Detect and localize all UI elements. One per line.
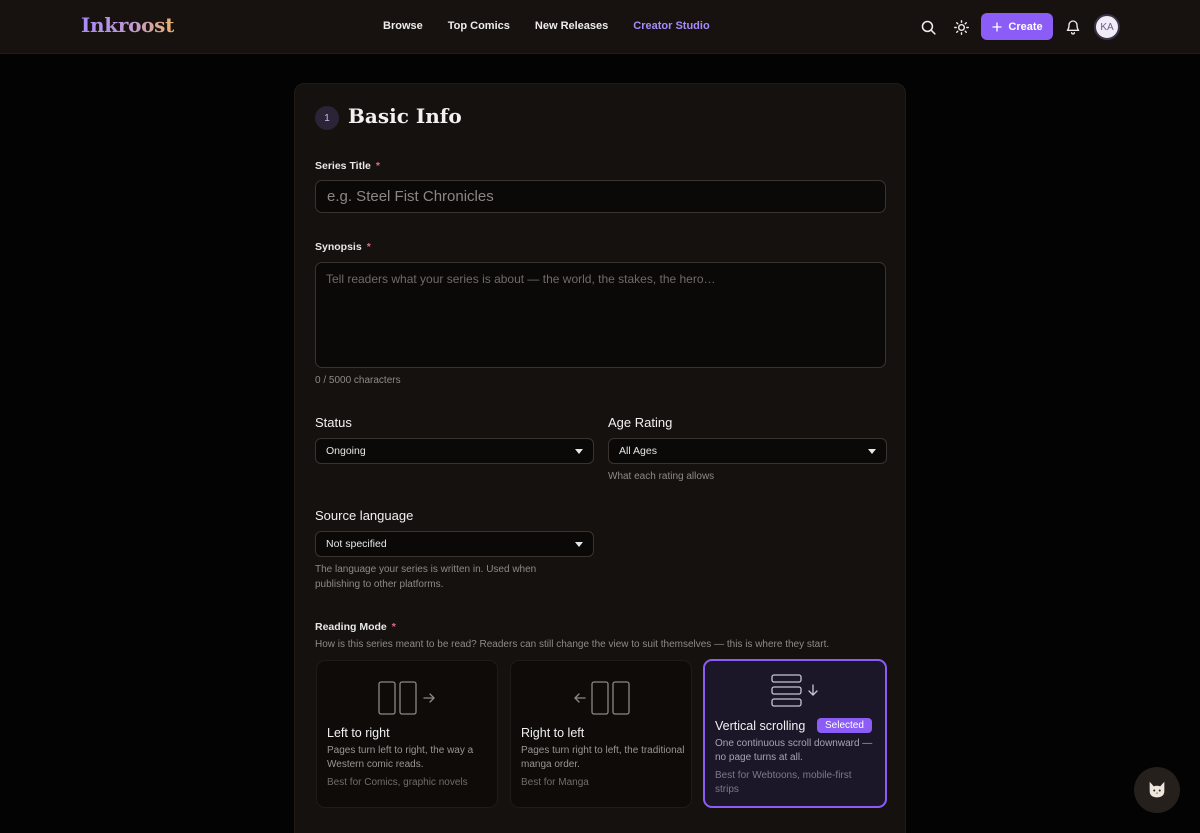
synopsis-label-text: Synopsis [315, 241, 362, 253]
assistant-fab[interactable] [1134, 767, 1180, 813]
main-nav: Browse Top Comics New Releases Creator S… [383, 20, 735, 32]
synopsis-label: Synopsis * [315, 241, 371, 253]
nav-new-releases[interactable]: New Releases [535, 20, 608, 32]
synopsis-textarea[interactable] [315, 262, 886, 368]
search-icon [921, 20, 936, 35]
source-language-hint: The language your series is written in. … [315, 564, 537, 590]
chevron-down-icon [575, 541, 583, 547]
source-language-select-value: Not specified [326, 538, 387, 550]
required-asterisk: * [366, 241, 371, 253]
reading-mode-best-for: Best for Comics, graphic novels [327, 777, 468, 788]
reading-mode-title: Left to right [327, 726, 390, 740]
reading-mode-title: Right to left [521, 726, 585, 740]
status-label: Status [315, 415, 352, 430]
step-badge: 1 [315, 106, 339, 130]
cat-icon [1149, 781, 1165, 798]
status-select[interactable]: Ongoing [315, 438, 594, 464]
reading-mode-description: Pages turn right to left, the traditiona… [521, 745, 685, 770]
bell-icon [1066, 20, 1080, 35]
reading-mode-option-vertical[interactable]: Vertical scrolling Selected One continuo… [703, 659, 887, 808]
avatar[interactable]: KA [1094, 14, 1120, 40]
age-rating-select[interactable]: All Ages [608, 438, 887, 464]
reading-mode-best-for: Best for Manga [521, 777, 589, 788]
selected-badge: Selected [817, 718, 872, 733]
required-asterisk: * [375, 160, 380, 172]
reading-mode-label: Reading Mode * [315, 621, 396, 633]
source-language-select[interactable]: Not specified [315, 531, 594, 557]
synopsis-char-counter: 0 / 5000 characters [315, 375, 401, 386]
reading-mode-option-rtl[interactable]: Right to left Pages turn right to left, … [510, 660, 692, 808]
reading-mode-title: Vertical scrolling [715, 719, 806, 733]
logo[interactable]: Inkroost [81, 13, 174, 37]
nav-creator-studio[interactable]: Creator Studio [633, 20, 709, 32]
plus-icon [992, 21, 1003, 32]
series-title-label: Series Title * [315, 160, 380, 172]
chevron-down-icon [868, 448, 876, 454]
right-to-left-pages-icon [574, 681, 630, 715]
reading-mode-hint: How is this series meant to be read? Rea… [315, 639, 830, 650]
sun-icon [953, 19, 969, 35]
source-language-label: Source language [315, 508, 414, 523]
nav-browse[interactable]: Browse [383, 20, 423, 32]
reading-mode-description: One continuous scroll downward — no page… [715, 738, 873, 763]
status-select-value: Ongoing [326, 445, 366, 457]
create-button-label: Create [1008, 20, 1043, 33]
age-rating-help-link[interactable]: What each rating allows [608, 469, 714, 484]
series-title-input[interactable] [315, 180, 886, 213]
theme-toggle-button[interactable] [950, 16, 972, 38]
nav-top-comics[interactable]: Top Comics [448, 20, 510, 32]
vertical-scroll-icon [771, 674, 818, 707]
chevron-down-icon [575, 448, 583, 454]
reading-mode-label-text: Reading Mode [315, 621, 387, 633]
reading-mode-option-ltr[interactable]: Left to right Pages turn left to right, … [316, 660, 498, 808]
notifications-button[interactable] [1062, 16, 1084, 38]
reading-mode-best-for: Best for Webtoons, mobile-first strips [715, 770, 852, 795]
reading-mode-description: Pages turn left to right, the way a West… [327, 745, 474, 770]
required-asterisk: * [391, 621, 396, 633]
series-title-label-text: Series Title [315, 160, 371, 172]
create-button[interactable]: Create [981, 13, 1053, 40]
top-navbar: Inkroost Browse Top Comics New Releases … [0, 0, 1200, 54]
section-title: Basic Info [348, 104, 462, 128]
left-to-right-pages-icon [378, 681, 435, 715]
age-rating-select-value: All Ages [619, 445, 657, 457]
age-rating-label: Age Rating [608, 415, 673, 430]
basic-info-card: 1 Basic Info Series Title * Synopsis * 0 /… [294, 83, 906, 833]
search-button[interactable] [917, 16, 939, 38]
